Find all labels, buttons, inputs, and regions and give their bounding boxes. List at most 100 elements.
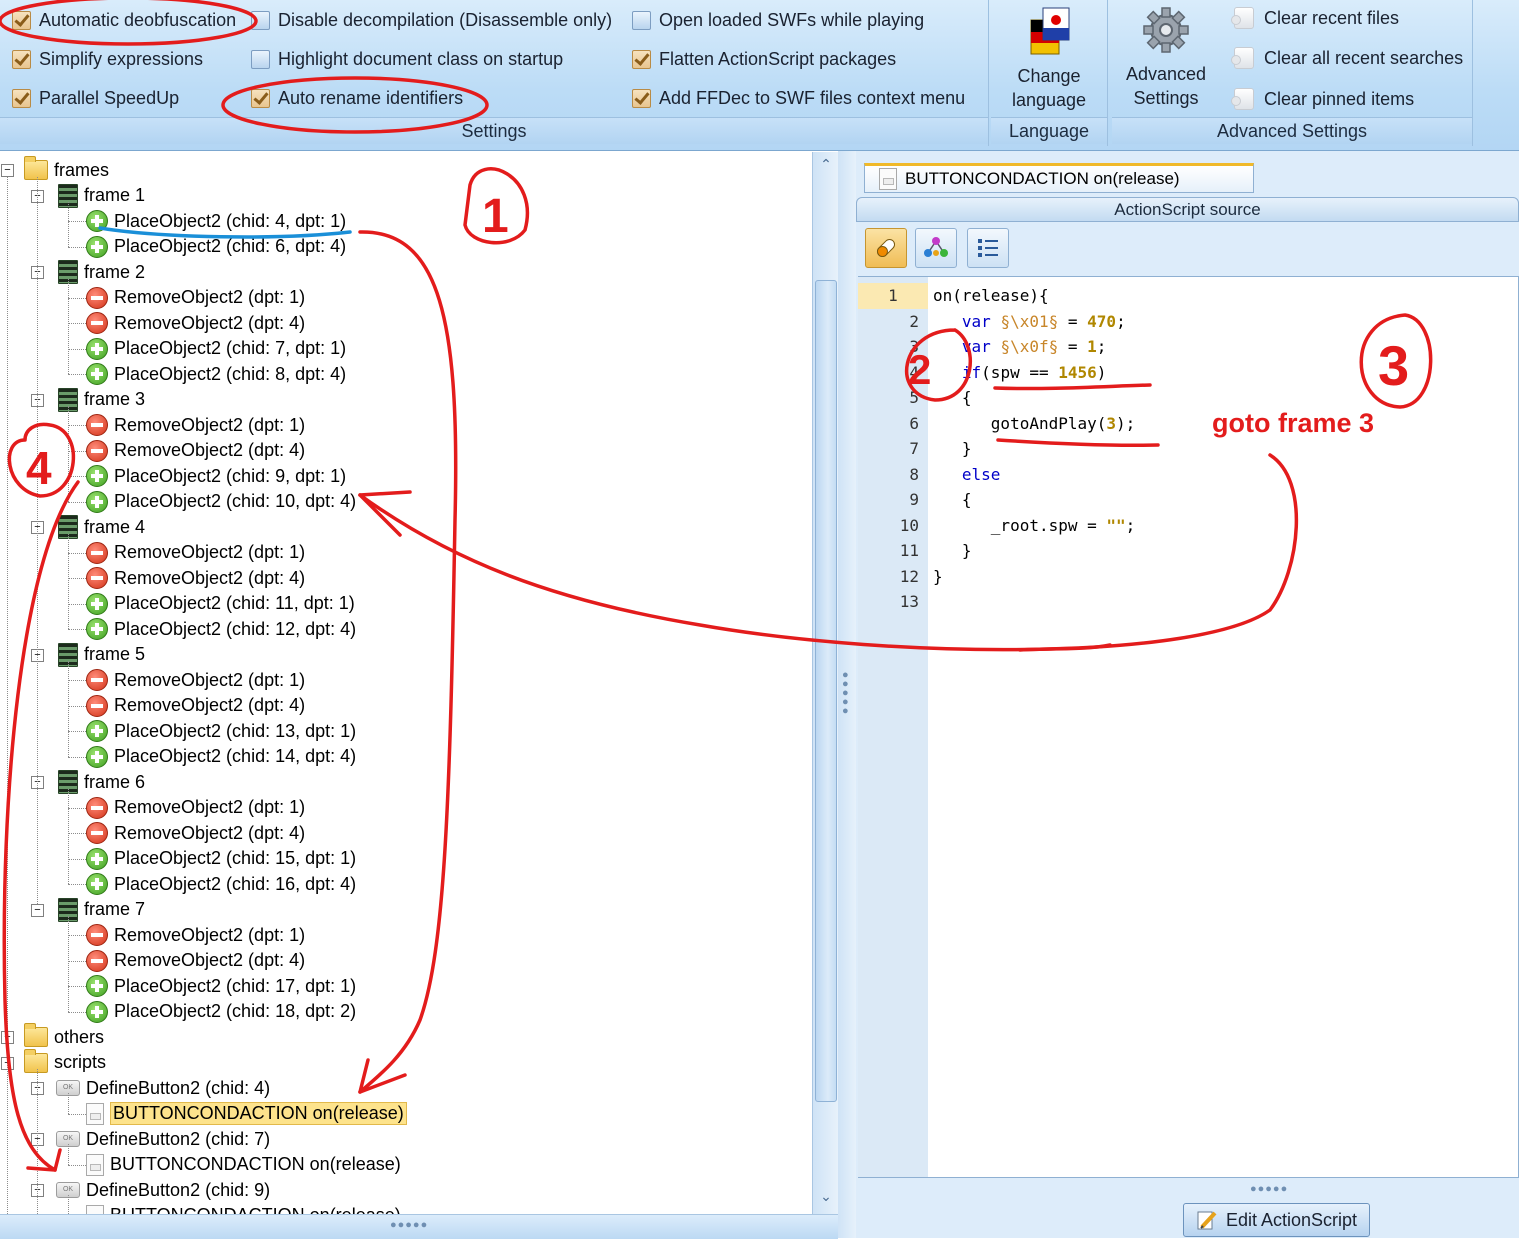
option-context-menu[interactable]: Add FFDec to SWF files context menu: [632, 88, 965, 109]
change-language-button[interactable]: Change language: [999, 6, 1099, 112]
scroll-down-icon[interactable]: ⌄: [817, 1188, 835, 1208]
tree-place-object[interactable]: PlaceObject2 (chid: 13, dpt: 1): [86, 718, 356, 744]
tree-remove-object[interactable]: RemoveObject2 (dpt: 1): [86, 667, 305, 693]
tree-guide-line: [68, 629, 86, 630]
code-line[interactable]: on(release){: [933, 283, 1049, 309]
checkbox-icon[interactable]: [632, 89, 651, 108]
tree-place-object[interactable]: PlaceObject2 (chid: 12, dpt: 4): [86, 616, 356, 642]
scroll-thumb[interactable]: [815, 280, 837, 1102]
tree-remove-object[interactable]: RemoveObject2 (dpt: 4): [86, 948, 305, 974]
option-parallel-speedup[interactable]: Parallel SpeedUp: [12, 88, 179, 109]
deobfuscate-button[interactable]: [865, 228, 907, 268]
tree-guide-line: [68, 756, 86, 758]
checkbox-icon[interactable]: [12, 11, 31, 30]
code-line[interactable]: if(spw == 1456): [933, 360, 1107, 386]
tree-others-node[interactable]: others: [24, 1023, 104, 1050]
edit-actionscript-button[interactable]: Edit ActionScript: [1183, 1203, 1370, 1237]
checkbox-icon[interactable]: [12, 50, 31, 69]
expand-frames-icon[interactable]: −: [1, 164, 14, 177]
tree-frame-node[interactable]: frame 5: [58, 642, 145, 668]
advanced-settings-button[interactable]: Advanced Settings: [1116, 4, 1216, 110]
grip-icon: ●●●●●: [842, 669, 850, 717]
tree-definebutton-node[interactable]: OK DefineButton2 (chid: 4): [56, 1075, 270, 1101]
tree-remove-object[interactable]: RemoveObject2 (dpt: 1): [86, 795, 305, 821]
tree-remove-object[interactable]: RemoveObject2 (dpt: 4): [86, 565, 305, 591]
tag-tree[interactable]: frames − frame 1 − PlaceObject2 (chid: 4, dp…: [0, 151, 838, 1238]
vertical-splitter[interactable]: ● ● ● ● ●: [838, 151, 856, 1238]
tree-buttoncondaction-node[interactable]: BUTTONCONDACTION on(release): [86, 1152, 401, 1178]
graph-button[interactable]: [915, 228, 957, 268]
code-line[interactable]: {: [933, 487, 972, 513]
code-line[interactable]: _root.spw = "";: [933, 513, 1136, 539]
checkbox-icon[interactable]: [251, 89, 270, 108]
tree-frame-node[interactable]: frame 2: [58, 259, 145, 285]
checkbox-icon[interactable]: [251, 50, 270, 69]
tree-place-object[interactable]: PlaceObject2 (chid: 7, dpt: 1): [86, 336, 346, 362]
tree-remove-object[interactable]: RemoveObject2 (dpt: 1): [86, 285, 305, 311]
option-highlight-document-class[interactable]: Highlight document class on startup: [251, 49, 563, 70]
code-line[interactable]: gotoAndPlay(3);: [933, 411, 1136, 437]
code-line[interactable]: else: [933, 462, 1001, 488]
tree-remove-object[interactable]: RemoveObject2 (dpt: 4): [86, 820, 305, 846]
remove-object-icon: [86, 924, 108, 946]
tree-remove-object[interactable]: RemoveObject2 (dpt: 1): [86, 922, 305, 948]
clear-pinned-items-button[interactable]: Clear pinned items: [1231, 88, 1414, 110]
tree-remove-object[interactable]: RemoveObject2 (dpt: 4): [86, 310, 305, 336]
tree-buttoncondaction-node[interactable]: BUTTONCONDACTION on(release): [86, 1101, 407, 1127]
option-automatic-deobfuscation[interactable]: Automatic deobfuscation: [12, 10, 236, 31]
scroll-up-icon[interactable]: ⌃: [817, 156, 835, 176]
tree-definebutton-node[interactable]: OK DefineButton2 (chid: 9): [56, 1177, 270, 1203]
expand-frame-icon[interactable]: −: [31, 903, 44, 917]
code-line[interactable]: var §\x01§ = 470;: [933, 309, 1126, 335]
option-disable-decompilation[interactable]: Disable decompilation (Disassemble only): [251, 10, 612, 31]
option-flatten-packages[interactable]: Flatten ActionScript packages: [632, 49, 896, 70]
option-auto-rename-identifiers[interactable]: Auto rename identifiers: [251, 88, 463, 109]
tree-bottom-splitter[interactable]: ●●●●●: [0, 1214, 838, 1239]
editor-tab[interactable]: BUTTONCONDACTION on(release): [864, 163, 1254, 193]
code-line[interactable]: }: [933, 564, 943, 590]
code-line[interactable]: {: [933, 385, 972, 411]
tree-scrollbar[interactable]: ⌃ ⌄: [812, 152, 839, 1214]
tree-remove-object[interactable]: RemoveObject2 (dpt: 1): [86, 540, 305, 566]
language-group-label: Language: [991, 117, 1107, 144]
checkbox-icon[interactable]: [12, 89, 31, 108]
tree-frame-node[interactable]: frame 7: [58, 897, 145, 923]
tree-guide-line: [68, 603, 86, 605]
tree-definebutton-node[interactable]: OK DefineButton2 (chid: 7): [56, 1126, 270, 1152]
checkbox-icon[interactable]: [632, 50, 651, 69]
tree-place-object[interactable]: PlaceObject2 (chid: 4, dpt: 1): [86, 208, 346, 234]
clear-recent-searches-button[interactable]: Clear all recent searches: [1231, 47, 1463, 69]
tree-remove-object[interactable]: RemoveObject2 (dpt: 4): [86, 693, 305, 719]
pcode-button[interactable]: [967, 228, 1009, 268]
option-simplify-expressions[interactable]: Simplify expressions: [12, 49, 203, 70]
tree-frame-node[interactable]: frame 6: [58, 769, 145, 795]
tree-place-object[interactable]: PlaceObject2 (chid: 10, dpt: 4): [86, 489, 356, 515]
checkbox-icon[interactable]: [632, 11, 651, 30]
tree-frame-node[interactable]: frame 1: [58, 183, 145, 209]
tree-place-object[interactable]: PlaceObject2 (chid: 15, dpt: 1): [86, 846, 356, 872]
tree-place-object[interactable]: PlaceObject2 (chid: 6, dpt: 4): [86, 234, 346, 260]
advanced-settings-group: Advanced Settings Clear recent files Cle…: [1112, 0, 1473, 146]
code-line[interactable]: var §\x0f§ = 1;: [933, 334, 1107, 360]
option-open-loaded-swfs[interactable]: Open loaded SWFs while playing: [632, 10, 924, 31]
code-line[interactable]: }: [933, 436, 972, 462]
tree-place-object[interactable]: PlaceObject2 (chid: 9, dpt: 1): [86, 463, 346, 489]
tree-place-object-label: PlaceObject2 (chid: 9, dpt: 1): [114, 465, 347, 486]
tree-frames-node-label: frames: [54, 159, 110, 180]
checkbox-icon[interactable]: [251, 11, 270, 30]
tree-frame-node[interactable]: frame 3: [58, 387, 145, 413]
tree-frame-node[interactable]: frame 4: [58, 514, 145, 540]
line-number: 9: [909, 490, 919, 509]
tree-place-object[interactable]: PlaceObject2 (chid: 16, dpt: 4): [86, 871, 356, 897]
tree-remove-object[interactable]: RemoveObject2 (dpt: 1): [86, 412, 305, 438]
tree-place-object[interactable]: PlaceObject2 (chid: 17, dpt: 1): [86, 973, 356, 999]
settings-group: Automatic deobfuscation Simplify express…: [0, 0, 989, 146]
tree-remove-object[interactable]: RemoveObject2 (dpt: 4): [86, 438, 305, 464]
tree-place-object[interactable]: PlaceObject2 (chid: 11, dpt: 1): [86, 591, 355, 617]
tree-place-object[interactable]: PlaceObject2 (chid: 18, dpt: 2): [86, 999, 356, 1025]
tree-remove-object-label: RemoveObject2 (dpt: 4): [114, 312, 306, 333]
tree-place-object[interactable]: PlaceObject2 (chid: 14, dpt: 4): [86, 744, 356, 770]
clear-recent-files-button[interactable]: Clear recent files: [1231, 7, 1399, 29]
code-line[interactable]: }: [933, 538, 972, 564]
tree-place-object[interactable]: PlaceObject2 (chid: 8, dpt: 4): [86, 361, 346, 387]
